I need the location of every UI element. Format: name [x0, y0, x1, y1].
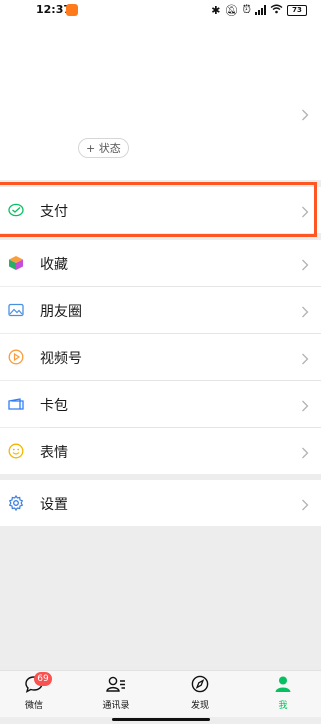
tab-label-chats: 微信 — [24, 701, 43, 711]
compass-icon — [190, 675, 210, 697]
tab-contacts[interactable]: 通讯录 — [86, 675, 146, 711]
chevron-right-icon — [301, 496, 309, 515]
menu-label-channels: 视频号 — [40, 351, 82, 367]
menu-item-pay[interactable]: 支付 — [0, 187, 321, 233]
moments-image-icon — [8, 302, 24, 318]
chevron-right-icon — [301, 203, 309, 222]
menu-item-channels[interactable]: 视频号 — [0, 334, 321, 380]
wechat-pay-icon — [8, 202, 24, 218]
sticker-smile-icon — [8, 443, 24, 459]
mute-icon: 🔕︎ — [224, 3, 239, 17]
chevron-right-icon — [301, 256, 309, 275]
contacts-icon — [105, 676, 127, 697]
tab-label-me: 我 — [278, 701, 288, 711]
tab-discover[interactable]: 发现 — [170, 675, 230, 711]
menu-label-favorites: 收藏 — [40, 257, 68, 273]
profile-header[interactable]: + 状态 — [0, 22, 321, 180]
chevron-right-icon — [301, 444, 309, 463]
menu-label-moments: 朋友圈 — [40, 304, 82, 320]
add-status-button[interactable]: + 状态 — [78, 138, 129, 158]
tab-me[interactable]: 我 — [253, 675, 313, 711]
status-bar: 12:37 ✱ 🔕︎ ⏰︎ 73 — [0, 0, 321, 22]
status-icons: ✱ 🔕︎ ⏰︎ 73 — [211, 3, 307, 17]
profile-chevron-icon[interactable] — [301, 106, 309, 125]
menu-item-favorites[interactable]: 收藏 — [0, 240, 321, 286]
chevron-right-icon — [301, 350, 309, 369]
unread-badge: 69 — [34, 672, 52, 686]
chevron-right-icon — [301, 303, 309, 322]
notification-app-icon — [66, 4, 78, 16]
menu-item-stickers[interactable]: 表情 — [0, 428, 321, 474]
menu-label-settings: 设置 — [40, 497, 68, 513]
tab-chats[interactable]: 69 微信 — [4, 672, 64, 711]
wifi-icon — [270, 4, 283, 17]
menu-label-cards: 卡包 — [40, 398, 68, 414]
home-indicator[interactable] — [112, 718, 210, 721]
channels-play-icon — [8, 349, 24, 365]
tab-label-discover: 发现 — [190, 701, 209, 711]
battery-icon: 73 — [287, 4, 307, 16]
settings-gear-icon — [8, 494, 24, 512]
menu-item-settings[interactable]: 设置 — [0, 480, 321, 526]
tab-label-contacts: 通讯录 — [102, 701, 130, 711]
bottom-tab-bar: 69 微信 通讯录 发现 我 — [0, 670, 321, 717]
menu-label-pay: 支付 — [40, 204, 68, 220]
add-status-label: + 状态 — [86, 142, 121, 155]
alarm-icon: ⏰︎ — [242, 3, 251, 16]
bluetooth-icon: ✱ — [211, 3, 221, 17]
menu-item-moments[interactable]: 朋友圈 — [0, 287, 321, 333]
card-wallet-icon — [8, 396, 24, 412]
person-icon — [273, 676, 293, 697]
menu-item-cards[interactable]: 卡包 — [0, 381, 321, 427]
menu-label-stickers: 表情 — [40, 445, 68, 461]
signal-icon — [255, 5, 266, 15]
favorites-cube-icon — [8, 255, 24, 271]
chevron-right-icon — [301, 397, 309, 416]
